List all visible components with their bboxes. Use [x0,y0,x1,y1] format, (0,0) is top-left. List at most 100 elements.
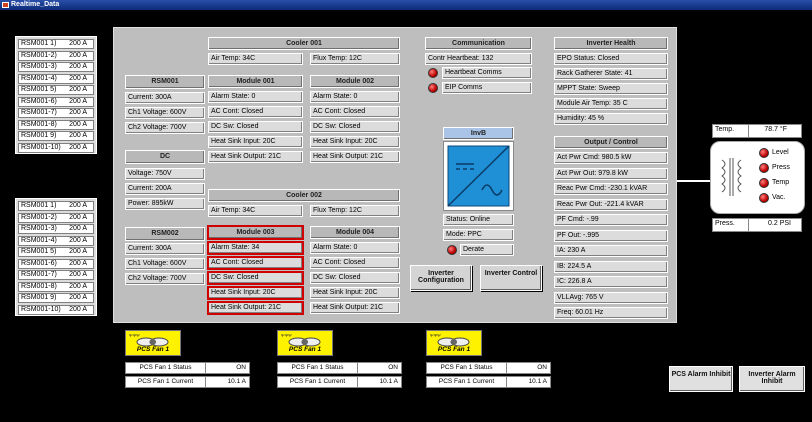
invb-status: Status: Online [443,214,514,226]
cooler2-flux-temp: Flux Temp: 12C [310,205,400,217]
inverter-control-button[interactable]: Inverter Control [480,265,542,291]
svg-text:ᴪᴪᴪ: ᴪᴪᴪ [281,333,292,339]
fan-label: PCS Fan 1 [437,346,471,353]
rsm-name: RSM001-7) [21,271,57,278]
fan-status-value: ON [537,364,547,371]
module002-row: Heat Sink Input: 20C [310,136,400,148]
module002-row: Heat Sink Output: 21C [310,151,400,163]
fan-status-row: PCS Fan 1 Status ON [426,362,551,374]
fan-current-row: PCS Fan 1 Current 10.1 A [125,376,250,388]
rsm-name: RSM001-4) [21,74,57,82]
fan-current-value: 10.1 A [227,378,246,385]
output-row: IA: 230 A [554,245,668,257]
heartbeat-comms-label: Heartbeat Comms [442,67,532,79]
module004-row: AC Cont: Closed [310,257,400,269]
connector-line [677,180,711,182]
health-row: Module Air Temp: 35 C [554,98,668,110]
indicator-led-level [759,148,769,158]
rsm-row: RSM001 9) 200 A [18,293,94,303]
health-row: Rack Gatherer State: 41 [554,68,668,80]
module001-title: Module 001 [208,75,303,88]
rsm-name: RSM001-2) [21,213,57,221]
rsm-current-list-1: RSM001 1) 200 A RSM001-2) 200 A RSM001-3) 200… [15,36,97,154]
rsm-name: RSM001-3) [21,63,57,70]
temp-label: Temp. [715,125,749,137]
rsm-current: 200 A [69,86,87,93]
fan-current-value: 10.1 A [528,378,547,385]
module001-row: DC Sw: Closed [208,121,303,133]
dc-power: Power: 895kW [125,198,205,210]
output-row: Reac Pwr Out: -221.4 kVAR [554,198,668,211]
output-title: Output / Control [554,136,668,149]
inverter-symbol [443,141,514,211]
rsm001-ch2-voltage: Ch2 Voltage: 700V [125,122,205,134]
invb-mode: Mode: PPC [443,229,514,241]
module004-row: Heat Sink Input: 20C [310,287,400,299]
rsm-current: 200 A [69,97,87,105]
rsm-row: RSM001-7) 200 A [18,270,94,280]
cooler1-flux-temp: Flux Temp: 12C [310,53,400,65]
rsm-name: RSM001-10) [21,143,61,151]
transformer-temp: Temp. 78.7 °F [712,124,802,138]
rsm-name: RSM001-8) [21,120,57,128]
rsm-name: RSM001-4) [21,236,57,244]
fan-label: PCS Fan 1 [136,346,170,353]
derate-led [447,245,457,255]
pcs-fan-widget-2: ᴪᴪᴪ PCS Fan 1 PCS Fan 1 Status ON PCS Fan 1 … [277,330,402,390]
rsm-name: RSM001-7) [21,109,57,116]
rsm-current: 200 A [69,63,87,70]
module001-row: Heat Sink Output: 21C [208,151,303,163]
indicator-led-temp [759,178,769,188]
rsm-row: RSM001-6) 200 A [18,96,94,107]
module002-row: AC Cont: Closed [310,106,400,118]
rsm-current: 200 A [69,225,87,232]
output-row: Act Pwr Out: 979.8 kW [554,167,668,180]
rsm-current: 200 A [69,143,87,151]
rsm-row: RSM001 5) 200 A [18,85,94,95]
module002-title: Module 002 [310,75,400,88]
module001-row: Alarm State: 0 [208,91,303,103]
rsm-current: 200 A [69,109,87,116]
rsm-row: RSM001-8) 200 A [18,281,94,292]
fan-image: ᴪᴪᴪ PCS Fan 1 [125,330,181,356]
fan-status-row: PCS Fan 1 Status ON [125,362,250,374]
rsm-row: RSM001 5) 200 A [18,247,94,257]
rsm001-title: RSM001 [125,75,205,89]
rsm-name: RSM001-8) [21,282,57,290]
output-row: PF Cmd: -.99 [554,214,668,226]
output-row: Act Pwr Cmd: 980.5 kW [554,152,668,164]
rsm002-title: RSM002 [125,227,205,241]
fan-current-label: PCS Fan 1 Current [126,377,206,387]
rsm-current: 200 A [69,236,87,244]
rsm-current: 200 A [69,132,87,139]
fan-status-value: ON [388,364,398,371]
indicator-led-press [759,163,769,173]
rsm-name: RSM001-2) [21,51,57,59]
pcs-alarm-inhibit-button[interactable]: PCS Alarm Inhibit [669,366,733,392]
rsm-current: 200 A [69,305,87,313]
module004-row: Heat Sink Output: 21C [310,302,400,314]
fan-status-row: PCS Fan 1 Status ON [277,362,402,374]
module003-row: AC Cont: Closed [207,256,304,270]
transformer-icon [721,158,742,196]
output-row: PF Out: -.995 [554,229,668,242]
derate-label: Derate [460,244,514,256]
eip-comms-led [428,83,438,93]
transformer-press: Press. 0.2 PSI [712,218,802,232]
fan-status-label: PCS Fan 1 Status [126,363,206,373]
module002-row: DC Sw: Closed [310,121,400,133]
rsm-row: RSM001-4) 200 A [18,73,94,84]
module003-row: Alarm State: 34 [207,241,304,255]
module002-row: Alarm State: 0 [310,91,400,103]
rsm-name: RSM001-6) [21,97,57,105]
inverter-configuration-button[interactable]: Inverter Configuration [410,265,472,291]
rsm-row: RSM001-6) 200 A [18,258,94,269]
dc-title: DC [125,150,205,164]
rsm-name: RSM001 1) [21,202,57,209]
rsm-current-list-2: RSM001 1) 200 A RSM001-2) 200 A RSM001-3) 200… [15,198,97,316]
inverter-icon [447,145,510,207]
inverter-alarm-inhibit-button[interactable]: Inverter Alarm Inhibit [739,366,805,392]
health-title: Inverter Health [554,37,668,50]
rsm-current: 200 A [69,202,87,209]
rsm002-current: Current: 300A [125,243,205,255]
